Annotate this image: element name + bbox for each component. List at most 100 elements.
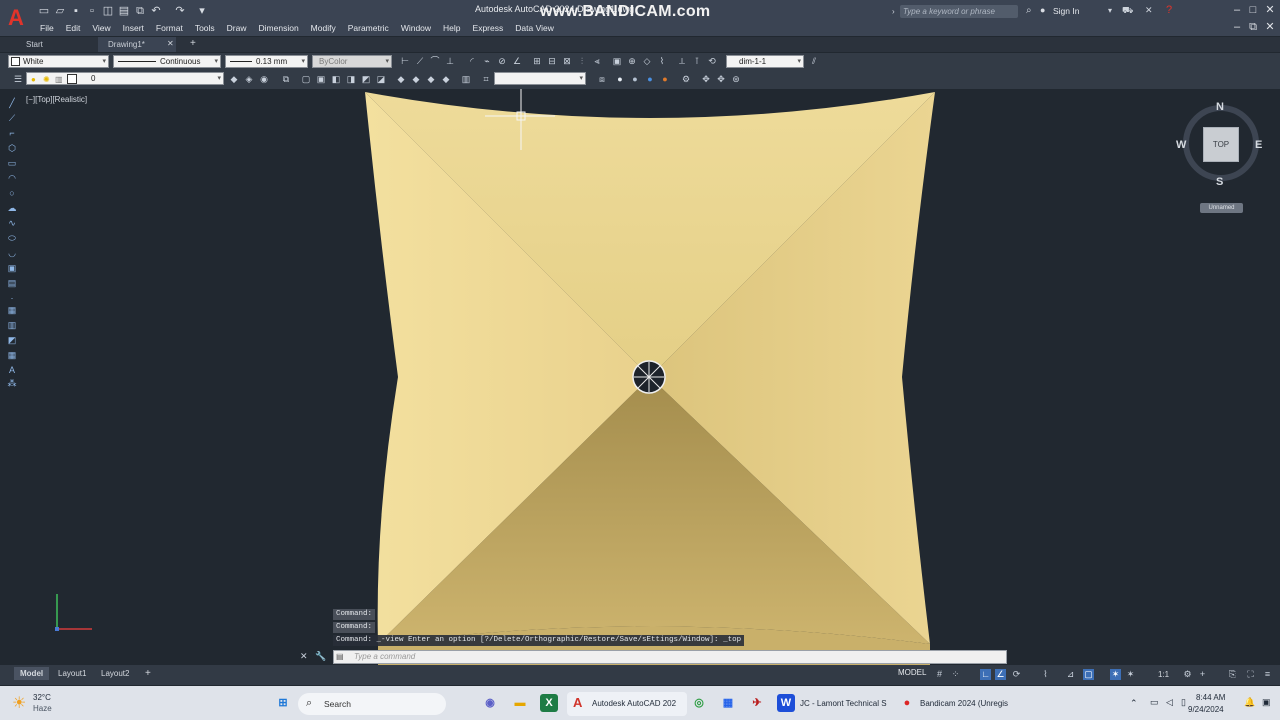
right-view-icon[interactable]: ◨ (345, 73, 357, 85)
autodesk-app-icon[interactable]: ✕ (1145, 5, 1153, 16)
menu-insert[interactable]: Insert (119, 21, 152, 35)
view-manager-icon[interactable]: ⧉ (280, 73, 292, 85)
cart-icon[interactable]: ⛟ (1122, 5, 1133, 17)
viewcube-top-face[interactable]: TOP (1203, 127, 1239, 162)
minimize-icon[interactable]: – (1230, 3, 1244, 17)
menu-format[interactable]: Format (152, 21, 191, 35)
visual-style-manager-icon[interactable]: ⚙ (680, 73, 692, 85)
layer-select[interactable]: ● ✺ ▥ 0 ▾ (26, 72, 224, 85)
jogged-icon[interactable]: ⌁ (481, 55, 493, 67)
sw-iso-icon[interactable]: ◆ (395, 73, 407, 85)
weather-temp[interactable]: 32°C (33, 693, 51, 702)
radius-icon[interactable]: ◜ (466, 55, 478, 67)
ortho-icon[interactable]: ∟ (980, 669, 991, 680)
tolerance-icon[interactable]: ▣ (611, 55, 623, 67)
arc-length-icon[interactable]: ⌒ (429, 55, 441, 67)
se-iso-icon[interactable]: ◆ (410, 73, 422, 85)
redo-icon[interactable]: ↷ (174, 5, 186, 17)
chevron-right-icon[interactable]: › (892, 7, 895, 16)
layer-previous-icon[interactable]: ◈ (243, 73, 255, 85)
search-icon[interactable]: ⌕ (1026, 5, 1032, 16)
dimension-update-icon[interactable]: ⟲ (706, 55, 718, 67)
menu-modify[interactable]: Modify (307, 21, 344, 35)
new-icon[interactable]: ▭ (38, 5, 50, 17)
undo-icon[interactable]: ↶ (150, 5, 162, 17)
tab-start[interactable]: Start (16, 37, 53, 52)
clock-date[interactable]: 9/24/2024 (1188, 705, 1224, 714)
menu-window[interactable]: Window (397, 21, 439, 35)
lineweight-select[interactable]: 0.13 mm ▾ (225, 55, 308, 68)
maximize-icon[interactable]: □ (1246, 3, 1260, 17)
jogged-linear-icon[interactable]: ⌇ (656, 55, 668, 67)
taskbar-word-label[interactable]: JC - Lamont Technical S (800, 695, 887, 713)
ucs-select[interactable]: ▾ (494, 72, 586, 85)
save-icon[interactable]: ▪ (70, 5, 82, 17)
menu-file[interactable]: File (36, 21, 62, 35)
snap-icon[interactable]: ⁘ (950, 669, 961, 680)
layer-states-icon[interactable]: ◉ (258, 73, 270, 85)
diameter-icon[interactable]: ⊘ (496, 55, 508, 67)
drawing-canvas[interactable] (0, 89, 1280, 665)
object-snap-icon[interactable]: ⊿ (1065, 669, 1076, 680)
back-view-icon[interactable]: ◪ (375, 73, 387, 85)
isodraft-icon[interactable]: ⟳ (1011, 669, 1022, 680)
center-mark-icon[interactable]: ⊕ (626, 55, 638, 67)
web-icon[interactable]: ◫ (102, 5, 114, 17)
compass-south[interactable]: S (1216, 176, 1223, 188)
dimension-edit-icon[interactable]: ⟂ (676, 55, 688, 67)
autocad-logo[interactable]: A (8, 6, 28, 30)
camera-icon[interactable]: ▥ (460, 73, 472, 85)
widgets-icon[interactable]: ▣ (1262, 697, 1271, 708)
annotation-add-icon[interactable]: + (1197, 669, 1208, 680)
add-layout-button[interactable]: + (139, 667, 157, 680)
help-search-input[interactable]: Type a keyword or phrase (900, 5, 1018, 18)
auto-scale-icon[interactable]: ✶ (1125, 669, 1136, 680)
aligned-dimension-icon[interactable]: ⟋ (414, 55, 426, 67)
top-view-icon[interactable]: ▢ (300, 73, 312, 85)
compass-east[interactable]: E (1255, 139, 1262, 151)
menu-dimension[interactable]: Dimension (255, 21, 307, 35)
close-command-icon[interactable]: ✕ (300, 651, 308, 662)
menu-tools[interactable]: Tools (191, 21, 223, 35)
taskbar-autocad[interactable]: A Autodesk AutoCAD 202 (567, 692, 687, 716)
orbit-icon[interactable]: ✥ (715, 73, 727, 85)
realistic-icon[interactable]: ● (644, 73, 656, 85)
windows-start-icon[interactable]: ⊞ (274, 694, 292, 712)
hardware-acceleration-icon[interactable]: ⎘ (1227, 669, 1238, 680)
teams-icon[interactable]: ◉ (481, 694, 499, 712)
tray-chevron-icon[interactable]: ⌃ (1130, 698, 1138, 709)
layer-properties-icon[interactable]: ☰ (12, 73, 24, 85)
continue-icon[interactable]: ⊠ (561, 55, 573, 67)
customize-icon[interactable]: ▾ (196, 5, 208, 17)
conceptual-icon[interactable]: ● (659, 73, 671, 85)
weather-desc[interactable]: Haze (33, 704, 52, 713)
quick-dimension-icon[interactable]: ⊞ (531, 55, 543, 67)
dimstyle-select[interactable]: dim-1-1 ▾ (726, 55, 804, 68)
selection-cycling-icon[interactable]: ▢ (1083, 669, 1094, 680)
clean-screen-icon[interactable]: ⛶ (1245, 669, 1256, 680)
compass-west[interactable]: W (1176, 139, 1186, 151)
pan-icon[interactable]: ✥ (700, 73, 712, 85)
customize-command-icon[interactable]: 🔧 (315, 651, 326, 662)
network-icon[interactable]: ▭ (1150, 697, 1159, 708)
doc-restore-icon[interactable]: ⧉ (1246, 20, 1260, 34)
menu-parametric[interactable]: Parametric (344, 21, 397, 35)
left-view-icon[interactable]: ◧ (330, 73, 342, 85)
command-input[interactable]: Type a command (333, 650, 1007, 664)
object-snap-tracking-icon[interactable]: ⌇ (1040, 669, 1051, 680)
hidden-icon[interactable]: ● (629, 73, 641, 85)
customization-menu-icon[interactable]: ≡ (1262, 669, 1273, 680)
nw-iso-icon[interactable]: ◆ (440, 73, 452, 85)
color-select[interactable]: White ▾ (8, 55, 109, 68)
excel-icon[interactable]: X (540, 694, 558, 712)
weather-sun-icon[interactable]: ☀ (12, 693, 26, 713)
make-current-icon[interactable]: ◆ (228, 73, 240, 85)
ne-iso-icon[interactable]: ◆ (425, 73, 437, 85)
new-tab-button[interactable]: + (190, 38, 196, 49)
app-icon[interactable]: ✈ (748, 694, 766, 712)
open-icon[interactable]: ▱ (54, 5, 66, 17)
compass-north[interactable]: N (1216, 101, 1224, 113)
polar-icon[interactable]: ∠ (995, 669, 1006, 680)
angular-icon[interactable]: ∠ (511, 55, 523, 67)
free-orbit-icon[interactable]: ⊛ (730, 73, 742, 85)
